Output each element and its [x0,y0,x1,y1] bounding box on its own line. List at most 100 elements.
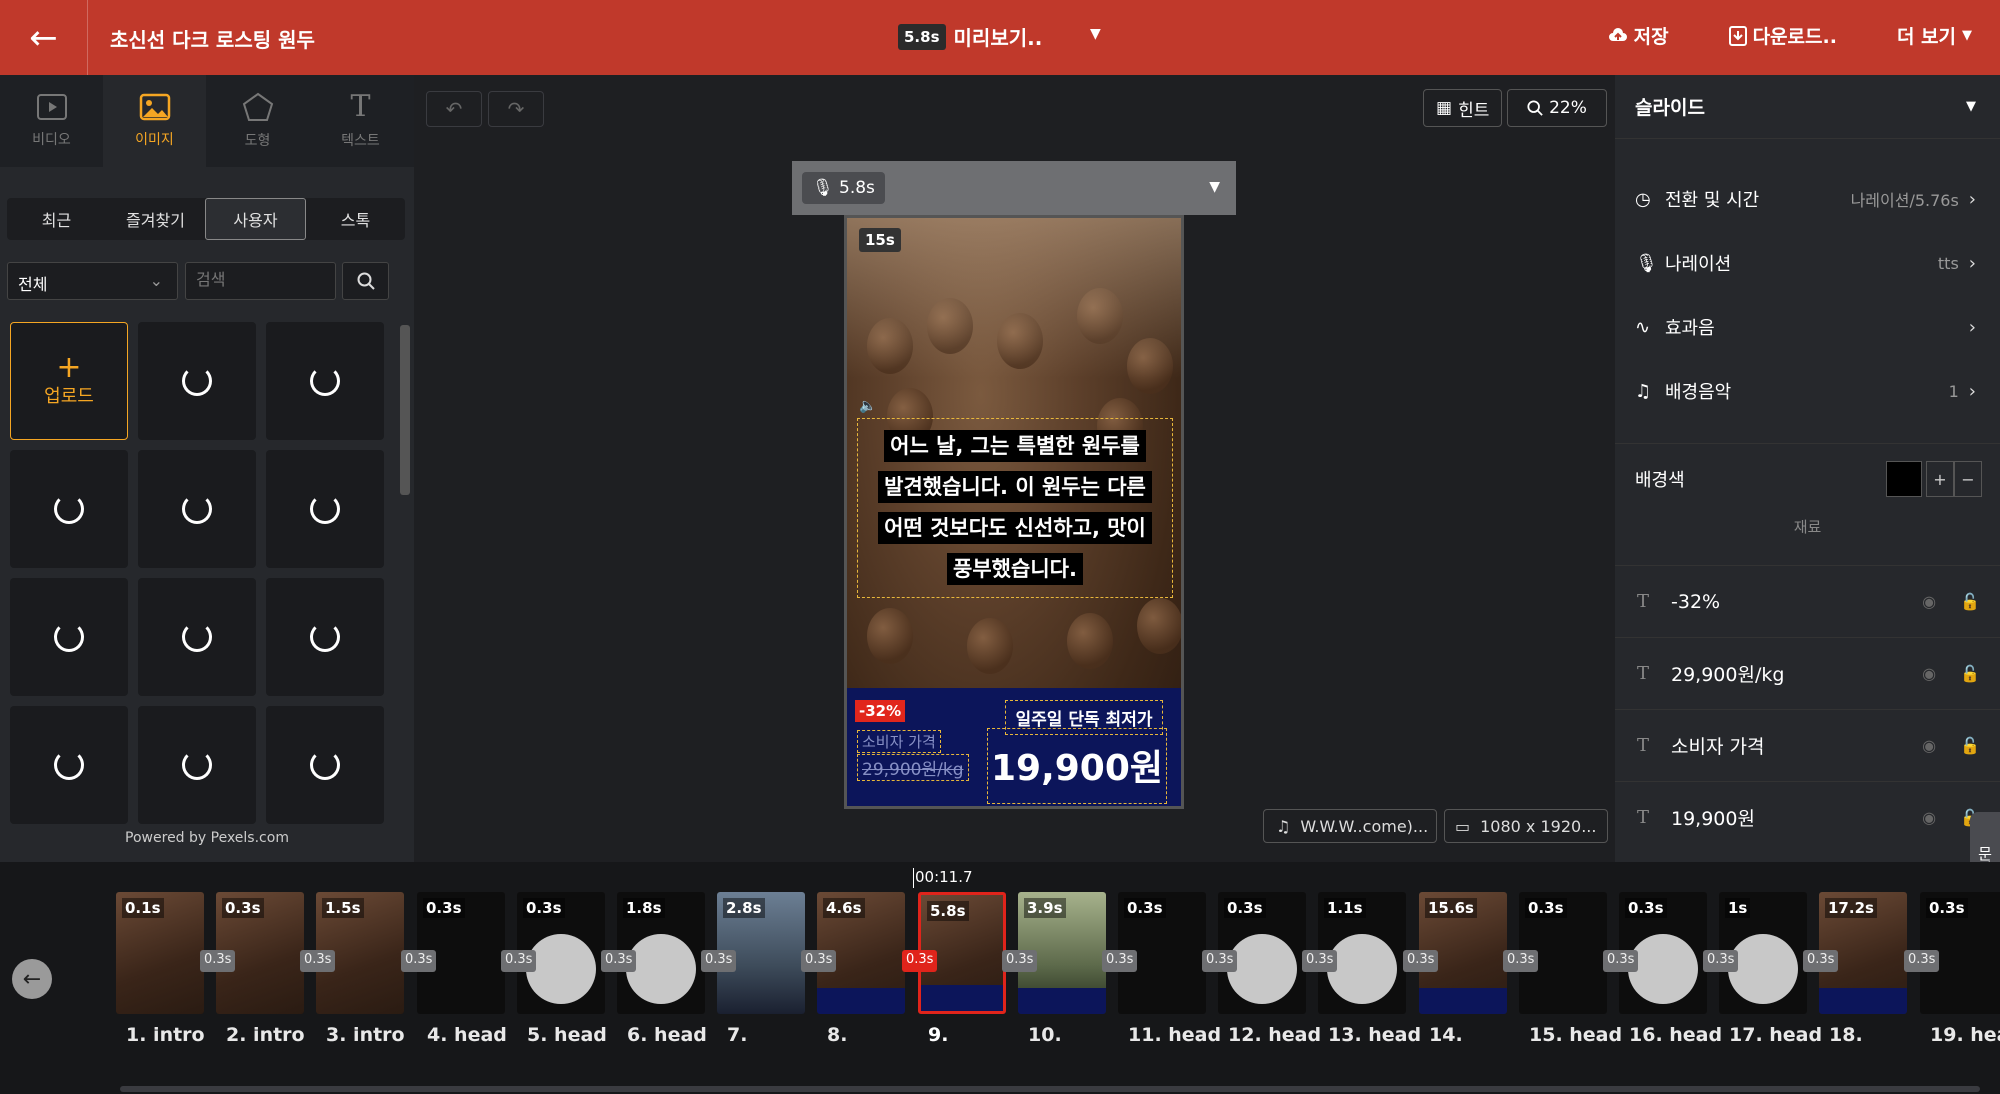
more-menu-button[interactable]: 더 보기 ▼ [1897,22,1972,49]
lock-icon[interactable]: 🔓 [1960,664,1980,683]
slide-narration-bar[interactable]: 🎙 5.8s ▼ [792,161,1236,215]
hint-button[interactable]: ▦ 힌트 [1423,89,1503,127]
lock-icon[interactable]: 🔓 [1960,736,1980,755]
filter-select[interactable]: 전체 ⌄ [7,262,178,300]
transition-chip[interactable]: 0.3s [801,950,837,972]
media-thumb[interactable] [138,578,256,696]
subtab-stock[interactable]: 스톡 [306,198,405,240]
timeline-prev-button[interactable]: ← [12,959,52,999]
clip-label[interactable]: 6. head [627,1024,727,1046]
caret-down-icon[interactable]: ▼ [1209,179,1220,195]
clip-label[interactable]: 12. head [1228,1024,1328,1046]
clip-label[interactable]: 19. head [1930,1024,2000,1046]
transition-chip[interactable]: 0.3s [1102,950,1138,972]
transition-chip[interactable]: 0.3s [1603,950,1639,972]
clip-label[interactable]: 1. intro [126,1024,226,1046]
preview-dropdown[interactable]: 5.8s 미리보기.. [898,22,1042,51]
bg-color-remove-button[interactable]: − [1954,461,1982,497]
material-item[interactable]: T 29,900원/kg ◉ 🔓 [1615,637,2000,709]
subtab-favorites[interactable]: 즐겨찾기 [106,198,205,240]
playhead[interactable] [913,868,914,888]
caret-down-icon[interactable]: ▼ [1090,26,1101,42]
media-thumb[interactable] [138,706,256,824]
slide-canvas[interactable]: 15s 🔈 어느 날, 그는 특별한 원두를 발견했습니다. 이 원두는 다른 … [844,215,1184,809]
undo-button[interactable]: ↶ [426,91,482,127]
transition-chip[interactable]: 0.3s [701,950,737,972]
tab-shape[interactable]: 도형 [206,75,309,167]
project-title[interactable]: 초신선 다크 로스팅 원두 [110,24,315,53]
tab-image[interactable]: 이미지 [103,75,206,167]
transition-chip[interactable]: 0.3s [1503,950,1539,972]
back-button[interactable]: ← [0,0,88,75]
transition-chip[interactable]: 0.3s [1803,950,1839,972]
material-item[interactable]: T 소비자 가격 ◉ 🔓 [1615,709,2000,781]
material-item[interactable]: T 19,900원 ◉ 🔓 [1615,781,2000,853]
transition-chip[interactable]: 0.3s [200,950,236,972]
media-thumb[interactable] [266,706,384,824]
transition-chip[interactable]: 0.3s [300,950,336,972]
eye-icon[interactable]: ◉ [1922,664,1936,683]
clip-label[interactable]: 16. head [1629,1024,1729,1046]
redo-button[interactable]: ↷ [488,91,544,127]
narration-row[interactable]: 🎙 나레이션 tts › [1615,231,2000,295]
transition-time-row[interactable]: ◷ 전환 및 시간 나레이션/5.76s › [1615,167,2000,231]
timeline-clip[interactable]: 0.1s [116,892,204,1014]
panel-scrollbar[interactable] [400,325,410,495]
media-thumb[interactable] [10,450,128,568]
upload-button[interactable]: + 업로드 [10,322,128,440]
eye-icon[interactable]: ◉ [1922,808,1936,827]
clip-label[interactable]: 7. [727,1024,827,1046]
clip-label[interactable]: 9. [928,1024,1028,1046]
clip-label[interactable]: 8. [827,1024,927,1046]
eye-icon[interactable]: ◉ [1922,736,1936,755]
clip-label[interactable]: 17. head [1729,1024,1829,1046]
media-thumb[interactable] [266,450,384,568]
bg-color-swatch[interactable] [1886,461,1922,497]
tab-text[interactable]: T 텍스트 [309,75,412,167]
transition-chip[interactable]: 0.3s [601,950,637,972]
sale-price[interactable]: 19,900원 [987,728,1167,804]
transition-chip[interactable]: 0.3s [902,950,938,972]
transition-chip[interactable]: 0.3s [401,950,437,972]
transition-chip[interactable]: 0.3s [1703,950,1739,972]
clip-label[interactable]: 4. head [427,1024,527,1046]
lock-icon[interactable]: 🔓 [1960,592,1980,611]
bgm-row[interactable]: ♫ 배경음악 1 › [1615,359,2000,423]
clip-label[interactable]: 15. head [1529,1024,1629,1046]
tab-video[interactable]: 비디오 [0,75,103,167]
subtab-user[interactable]: 사용자 [205,198,306,240]
media-thumb[interactable] [266,578,384,696]
clip-label[interactable]: 14. [1429,1024,1529,1046]
music-chip[interactable]: ♫ W.W.W..come)... [1263,809,1437,843]
slide-panel-header[interactable]: 슬라이드 ▼ [1615,75,2000,139]
discount-badge[interactable]: -32% [855,700,906,722]
transition-chip[interactable]: 0.3s [501,950,537,972]
transition-chip[interactable]: 0.3s [1302,950,1338,972]
transition-chip[interactable]: 0.3s [1002,950,1038,972]
eye-icon[interactable]: ◉ [1922,592,1936,611]
narration-chip[interactable]: 🎙 5.8s [802,172,885,204]
clip-label[interactable]: 13. head [1328,1024,1428,1046]
clip-label[interactable]: 5. head [527,1024,627,1046]
transition-chip[interactable]: 0.3s [1403,950,1439,972]
timeline-scrollbar[interactable] [120,1086,1980,1092]
transition-chip[interactable]: 0.3s [1202,950,1238,972]
clip-label[interactable]: 18. [1829,1024,1929,1046]
old-price[interactable]: 29,900원/kg [857,754,969,781]
search-button[interactable] [342,262,389,300]
sound-effect-row[interactable]: ∿ 효과음 › [1615,295,2000,359]
material-item[interactable]: T -32% ◉ 🔓 [1615,565,2000,637]
powered-by-label[interactable]: Powered by Pexels.com [0,830,414,846]
download-button[interactable]: 다운로드.. [1728,22,1837,49]
save-button[interactable]: 저장 [1608,22,1669,49]
bg-color-add-button[interactable]: + [1926,461,1954,497]
media-thumb[interactable] [266,322,384,440]
caption-box[interactable]: 어느 날, 그는 특별한 원두를 발견했습니다. 이 원두는 다른 어떤 것보다… [857,418,1173,598]
subtab-recent[interactable]: 최근 [7,198,106,240]
clip-label[interactable]: 11. head [1128,1024,1228,1046]
search-input[interactable] [185,262,336,300]
media-thumb[interactable] [138,450,256,568]
resolution-chip[interactable]: ▭ 1080 x 1920... [1444,809,1608,843]
zoom-button[interactable]: 22% [1507,89,1607,127]
transition-chip[interactable]: 0.3s [1904,950,1940,972]
